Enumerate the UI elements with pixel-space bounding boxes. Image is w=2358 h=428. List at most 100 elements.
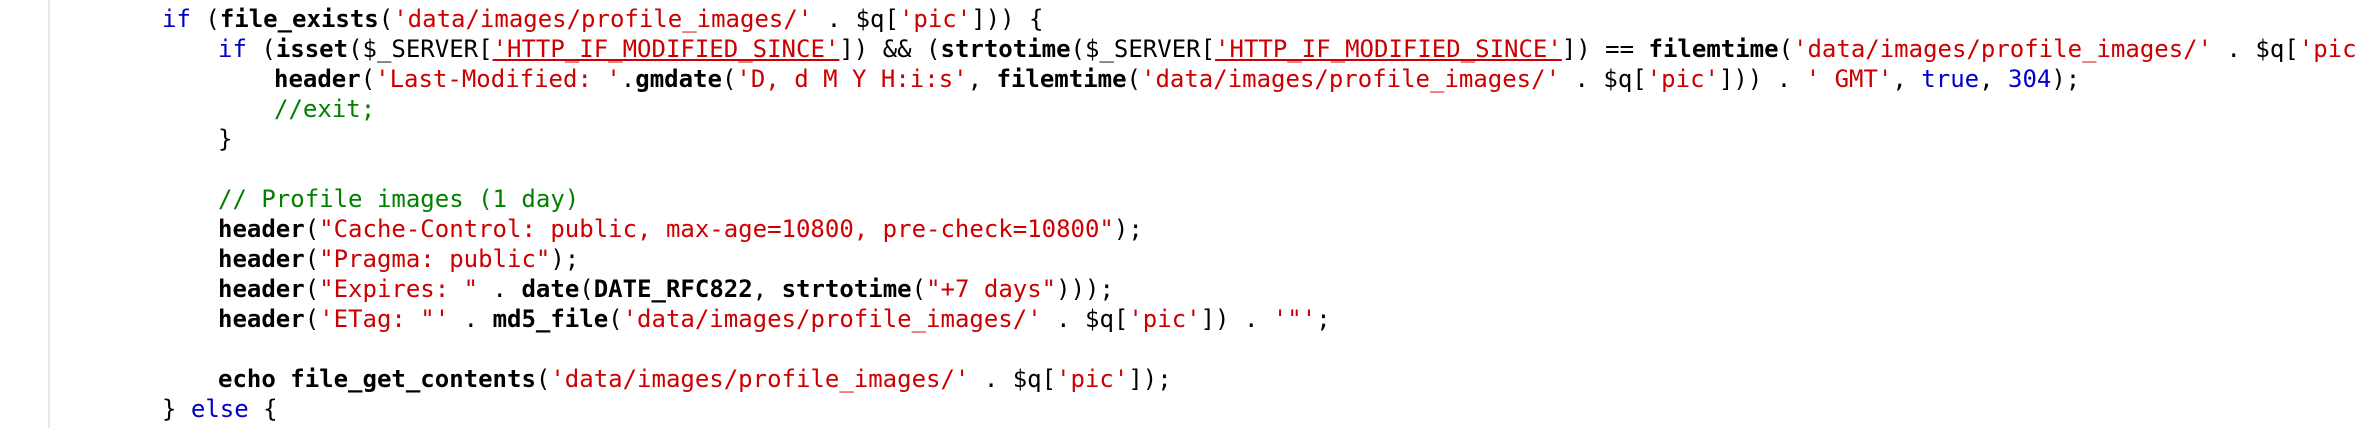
code-token: . $q[ — [1041, 305, 1129, 333]
code-line[interactable]: //exit; — [58, 94, 2358, 124]
code-token: ( — [246, 35, 276, 63]
code-token: ( — [304, 215, 320, 243]
code-token: ( — [579, 275, 594, 303]
code-token: header — [218, 305, 305, 333]
code-token: isset — [275, 35, 349, 63]
code-token: 'data/images/profile_images/' — [622, 305, 1042, 333]
code-token: ( — [608, 305, 623, 333]
code-token: { — [248, 395, 278, 423]
code-token: ]) && ( — [839, 35, 941, 63]
code-line[interactable]: header("Expires: " . date(DATE_RFC822, s… — [58, 274, 2358, 304]
code-token: 'pic' — [1646, 65, 1719, 93]
code-line[interactable]: header('ETag: "' . md5_file('data/images… — [58, 304, 2358, 334]
code-editor[interactable]: if (file_exists('data/images/profile_ima… — [58, 4, 2358, 424]
code-line[interactable] — [58, 334, 2358, 364]
code-token: , — [1979, 65, 2008, 93]
code-token: . — [478, 275, 522, 303]
code-token: file_get_contents — [290, 365, 536, 393]
code-token: ]) . — [1200, 305, 1273, 333]
code-token: ])) . — [1718, 65, 1806, 93]
code-token: ( — [360, 65, 376, 93]
code-token: md5_file — [492, 305, 609, 333]
code-token: filemtime — [996, 65, 1127, 93]
code-token: 304 — [2008, 65, 2052, 93]
code-token: . $q[ — [812, 5, 899, 33]
gutter-divider — [48, 0, 50, 428]
code-token: date — [521, 275, 580, 303]
code-token: strtotime — [781, 275, 912, 303]
code-token: header — [218, 245, 305, 273]
code-token: ( — [911, 275, 927, 303]
code-token: 'Last-Modified: ' — [375, 65, 621, 93]
code-token: 'HTTP_IF_MODIFIED_SINCE' — [1215, 35, 1562, 63]
code-line[interactable]: } — [58, 124, 2358, 154]
code-token: DATE_RFC822 — [593, 275, 753, 303]
code-token: ; — [1316, 305, 1331, 333]
code-token: ])) { — [971, 5, 1044, 33]
code-token: '"' — [1272, 305, 1317, 333]
code-token: else — [190, 395, 249, 423]
code-token: header — [274, 65, 361, 93]
code-token: strtotime — [940, 35, 1071, 63]
code-token: ($_SERVER[ — [1070, 35, 1216, 63]
code-line[interactable] — [58, 154, 2358, 184]
code-token: . $q[ — [2212, 35, 2299, 63]
code-token: gmdate — [635, 65, 722, 93]
code-token: } — [218, 125, 233, 153]
code-token: , — [752, 275, 782, 303]
code-token: . — [620, 65, 636, 93]
code-token: if — [162, 5, 191, 33]
code-token: ( — [190, 5, 220, 33]
code-token: ]) == — [1561, 35, 1649, 63]
code-line[interactable]: echo file_get_contents('data/images/prof… — [58, 364, 2358, 394]
code-token: true — [1921, 65, 1980, 93]
code-token: 'D, d M Y H:i:s' — [736, 65, 968, 93]
code-token: . $q[ — [1560, 65, 1647, 93]
code-token: 'pic' — [2298, 35, 2358, 63]
code-token: // Profile images (1 day) — [218, 185, 580, 213]
code-line[interactable]: header("Cache-Control: public, max-age=1… — [58, 214, 2358, 244]
code-token: "Cache-Control: public, max-age=10800, p… — [319, 215, 1114, 243]
code-line[interactable]: } else { — [58, 394, 2358, 424]
code-token: //exit; — [274, 95, 376, 123]
code-token: } — [162, 395, 191, 423]
code-token: ))); — [1056, 275, 1114, 303]
code-line[interactable]: if (file_exists('data/images/profile_ima… — [58, 4, 2358, 34]
code-token: ' GMT' — [1805, 65, 1893, 93]
code-token: header — [218, 215, 305, 243]
code-token: 'data/images/profile_images/' — [1793, 35, 2213, 63]
code-token: header — [218, 275, 305, 303]
code-token: 'pic' — [1128, 305, 1201, 333]
code-token: "Pragma: public" — [319, 245, 551, 273]
code-line[interactable]: // Profile images (1 day) — [58, 184, 2358, 214]
code-token: . $q[ — [969, 365, 1057, 393]
code-token: "Expires: " — [319, 275, 479, 303]
code-token: ( — [304, 305, 320, 333]
code-token: filemtime — [1648, 35, 1779, 63]
code-token: . — [449, 305, 493, 333]
code-token: ( — [304, 275, 320, 303]
code-token: ($_SERVER[ — [348, 35, 493, 63]
code-token: file_exists — [219, 5, 379, 33]
line-number-gutter — [0, 0, 48, 428]
code-token: , — [1892, 65, 1922, 93]
code-token: echo — [218, 365, 276, 393]
code-token: 'ETag: "' — [319, 305, 450, 333]
code-token: "+7 days" — [926, 275, 1057, 303]
code-token: 'data/images/profile_images/' — [550, 365, 970, 393]
code-line[interactable]: if (isset($_SERVER['HTTP_IF_MODIFIED_SIN… — [58, 34, 2358, 64]
code-token: 'pic' — [898, 5, 972, 33]
code-token: ); — [550, 245, 580, 273]
code-token: 'data/images/profile_images/' — [1141, 65, 1561, 93]
code-token: 'data/images/profile_images/' — [393, 5, 813, 33]
code-token: if — [218, 35, 247, 63]
code-token: ]); — [1128, 365, 1172, 393]
code-token: 'pic' — [1056, 365, 1129, 393]
code-token: 'HTTP_IF_MODIFIED_SINCE' — [492, 35, 840, 63]
code-token: , — [967, 65, 997, 93]
code-token: ( — [1126, 65, 1141, 93]
code-line[interactable]: header('Last-Modified: '.gmdate('D, d M … — [58, 64, 2358, 94]
code-line[interactable]: header("Pragma: public"); — [58, 244, 2358, 274]
code-token: ); — [2051, 65, 2081, 93]
